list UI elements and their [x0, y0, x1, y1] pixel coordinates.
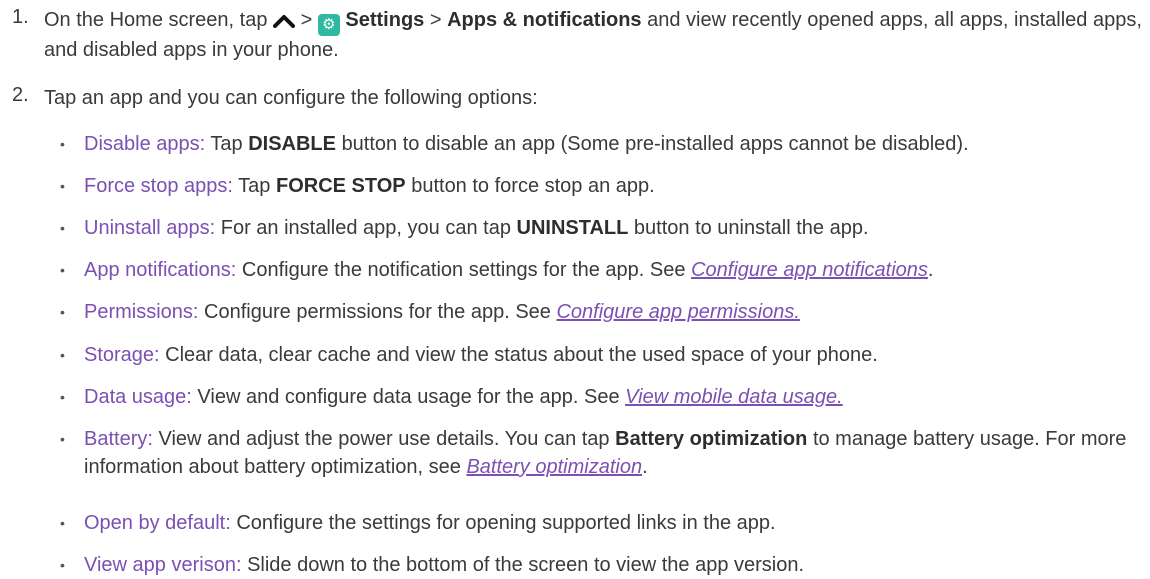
- list-item: • Permissions: Configure permissions for …: [0, 298, 1150, 326]
- bullet: •: [60, 389, 65, 405]
- option-label: Uninstall apps:: [84, 217, 216, 239]
- option-bold-term: DISABLE: [248, 133, 336, 155]
- option-text-part: View and adjust the power use details. Y…: [158, 428, 610, 450]
- option-text-part: Slide down to the bottom of the screen t…: [247, 554, 805, 576]
- option-text: Open by default: Configure the settings …: [84, 509, 1142, 537]
- option-text: Disable apps: Tap DISABLE button to disa…: [84, 130, 1142, 158]
- list-item: • Force stop apps: Tap FORCE STOP button …: [0, 172, 1150, 200]
- option-label: Open by default:: [84, 512, 231, 534]
- option-text: Uninstall apps: For an installed app, yo…: [84, 214, 1142, 242]
- option-text: Force stop apps: Tap FORCE STOP button t…: [84, 172, 1142, 200]
- apps-notifications-label: Apps & notifications: [447, 9, 642, 31]
- list-item: • Open by default: Configure the settings…: [0, 509, 1150, 537]
- option-text-part: View and configure data usage for the ap…: [197, 386, 620, 408]
- option-text: Storage: Clear data, clear cache and vie…: [84, 341, 1142, 369]
- option-bold-term: FORCE STOP: [275, 175, 406, 197]
- option-text-part: button to disable an app (Some pre-insta…: [341, 133, 969, 155]
- cross-reference-link[interactable]: Configure app notifications: [691, 259, 928, 281]
- bullet: •: [60, 220, 65, 236]
- separator: >: [429, 9, 442, 31]
- option-label: Force stop apps:: [84, 175, 233, 197]
- bullet: •: [60, 136, 65, 152]
- option-text-part: button to force stop an app.: [411, 175, 655, 197]
- step-2: 2. Tap an app and you can configure the …: [0, 84, 1150, 113]
- settings-label: Settings: [345, 9, 425, 31]
- bullet: •: [60, 262, 65, 278]
- option-label: Data usage:: [84, 386, 192, 408]
- option-label: Storage:: [84, 344, 160, 366]
- step-number: 2.: [12, 84, 29, 106]
- list-item: • Battery: View and adjust the power use …: [0, 425, 1150, 481]
- cross-reference-link[interactable]: Battery optimization: [466, 456, 642, 478]
- option-label: Permissions:: [84, 301, 199, 323]
- step-number: 1.: [12, 6, 29, 28]
- bullet: •: [60, 178, 65, 194]
- option-bold-term: Battery optimization: [615, 428, 808, 450]
- option-text-part: Configure the notification settings for …: [241, 259, 686, 281]
- step-text: On the Home screen, tap > ⚙ Settings > A…: [44, 6, 1150, 65]
- bullet: •: [60, 431, 65, 447]
- option-label: App notifications:: [84, 259, 237, 281]
- option-text-part: Clear data, clear cache and view the sta…: [165, 344, 878, 366]
- step-text: Tap an app and you can configure the fol…: [44, 87, 538, 109]
- cross-reference-link[interactable]: View mobile data usage.: [625, 386, 843, 408]
- option-bold-term: UNINSTALL: [516, 217, 629, 239]
- step-1-text: On the Home screen, tap: [44, 9, 268, 31]
- document-page: 1. On the Home screen, tap > ⚙ Settings …: [0, 0, 1150, 576]
- option-text-part: Tap: [210, 133, 243, 155]
- bullet: •: [60, 515, 65, 531]
- settings-gear-icon: ⚙: [317, 14, 340, 36]
- option-text: App notifications: Configure the notific…: [84, 256, 1142, 284]
- option-text: Battery: View and adjust the power use d…: [84, 425, 1142, 481]
- option-text: View app verison: Slide down to the bott…: [84, 551, 1142, 579]
- bullet: •: [60, 304, 65, 320]
- option-text: Permissions: Configure permissions for t…: [84, 298, 1142, 326]
- list-item: • Disable apps: Tap DISABLE button to dis…: [0, 130, 1150, 158]
- list-item: • Uninstall apps: For an installed app, y…: [0, 214, 1150, 242]
- list-item: • View app verison: Slide down to the bot…: [0, 551, 1150, 579]
- list-item: • App notifications: Configure the notifi…: [0, 256, 1150, 284]
- punctuation: .: [927, 259, 934, 281]
- list-item: • Storage: Clear data, clear cache and vi…: [0, 341, 1150, 369]
- punctuation: .: [642, 456, 648, 478]
- step-1: 1. On the Home screen, tap > ⚙ Settings …: [0, 0, 1150, 65]
- chevron-up-icon: [273, 6, 296, 35]
- option-label: View app verison:: [84, 554, 242, 576]
- list-item: • Data usage: View and configure data usa…: [0, 383, 1150, 411]
- separator: >: [300, 9, 313, 31]
- option-label: Battery:: [84, 428, 153, 450]
- bullet: •: [60, 347, 65, 363]
- option-text-part: Tap: [238, 175, 271, 197]
- option-text-part: button to uninstall the app.: [633, 217, 869, 239]
- option-label: Disable apps:: [84, 133, 206, 155]
- option-text-part: Configure permissions for the app. See: [204, 301, 551, 323]
- option-text-part: For an installed app, you can tap: [220, 217, 511, 239]
- bullet: •: [60, 557, 65, 573]
- option-text-part: Configure the settings for opening suppo…: [236, 512, 776, 534]
- option-text: Data usage: View and configure data usag…: [84, 383, 1142, 411]
- cross-reference-link[interactable]: Configure app permissions.: [556, 301, 799, 323]
